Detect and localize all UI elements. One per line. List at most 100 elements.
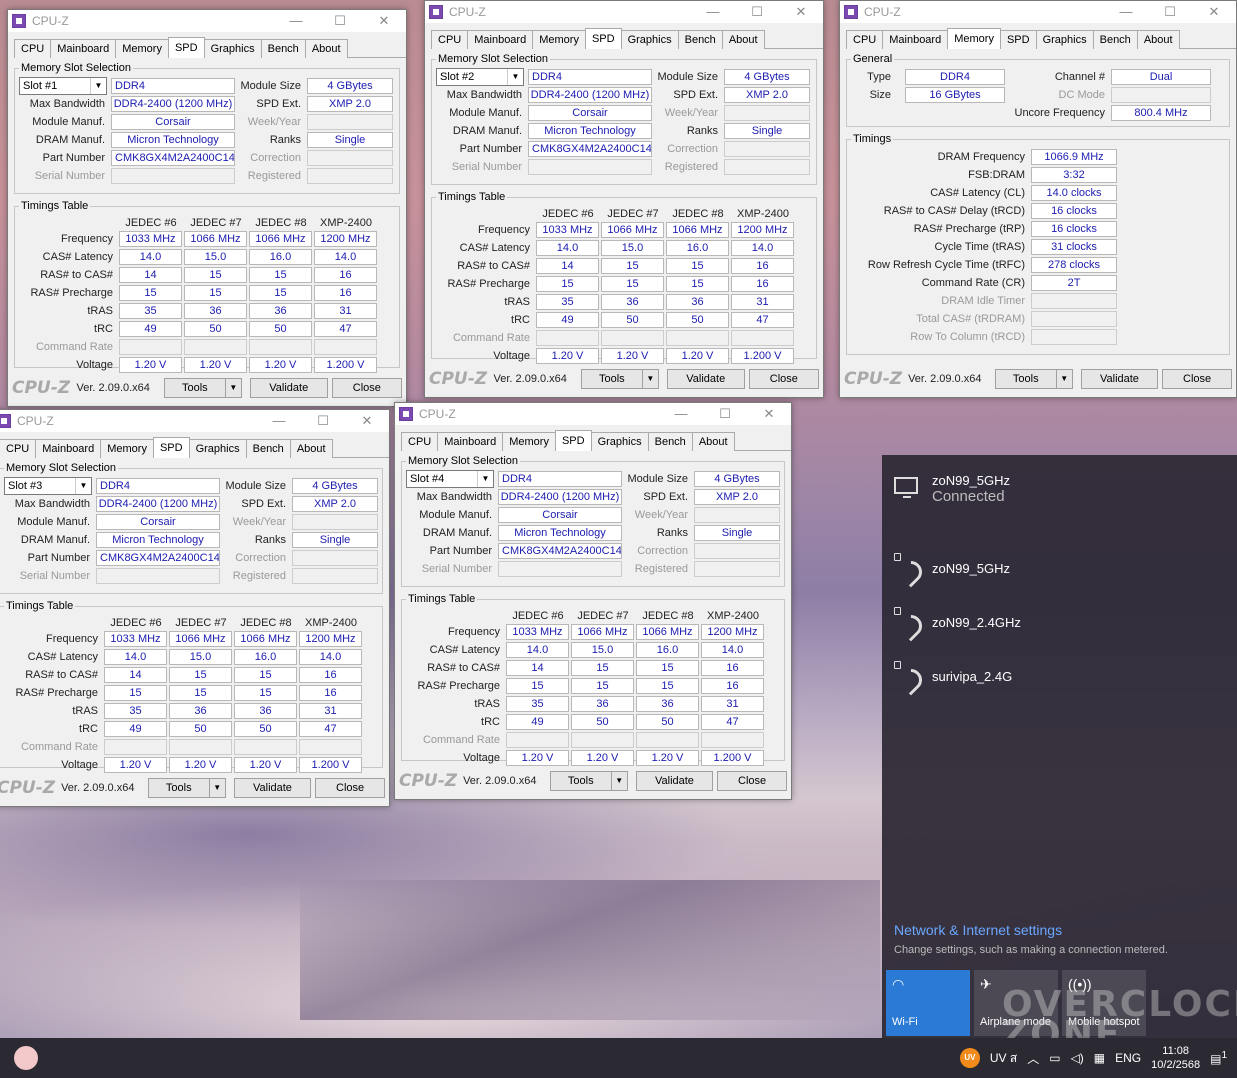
tab-cpu[interactable]: CPU: [846, 30, 883, 49]
tab-bench[interactable]: Bench: [647, 432, 692, 451]
minimize-button[interactable]: —: [274, 10, 318, 32]
minimize-button[interactable]: —: [1104, 1, 1148, 23]
close-window-button[interactable]: ✕: [345, 410, 389, 432]
tab-graphics[interactable]: Graphics: [591, 432, 648, 451]
notification-center-icon[interactable]: ▤1: [1210, 1050, 1227, 1066]
network-settings-link[interactable]: Network & Internet settings: [894, 922, 1062, 938]
network-item[interactable]: zoN99_5GHz: [894, 553, 1010, 588]
tab-bench[interactable]: Bench: [677, 30, 722, 49]
slot-select[interactable]: Slot #3 ▼: [4, 477, 92, 495]
maximize-button[interactable]: ☐: [318, 10, 362, 32]
tab-graphics[interactable]: Graphics: [204, 39, 261, 58]
tab-spd[interactable]: SPD: [1000, 30, 1036, 49]
keyboard-icon[interactable]: ▦: [1094, 1051, 1105, 1065]
wifi-toggle[interactable]: ◠ Wi-Fi: [886, 970, 970, 1036]
volume-icon[interactable]: ◁): [1071, 1051, 1084, 1065]
start-app-icon[interactable]: [14, 1046, 38, 1070]
minimize-button[interactable]: —: [659, 403, 703, 425]
tools-button[interactable]: Tools: [994, 369, 1057, 389]
network-item[interactable]: zoN99_2.4GHz: [894, 607, 1021, 642]
tab-memory[interactable]: Memory: [947, 28, 1001, 49]
chevron-down-icon[interactable]: ▼: [90, 78, 106, 94]
tools-dropdown[interactable]: Tools ▼: [580, 369, 659, 389]
chevron-down-icon[interactable]: ▼: [75, 478, 91, 494]
tab-graphics[interactable]: Graphics: [621, 30, 678, 49]
maximize-button[interactable]: ☐: [301, 410, 345, 432]
validate-button[interactable]: Validate: [249, 378, 328, 398]
language-indicator[interactable]: ENG: [1115, 1051, 1141, 1065]
validate-button[interactable]: Validate: [1080, 369, 1159, 389]
tab-memory[interactable]: Memory: [502, 432, 555, 451]
slot-select[interactable]: Slot #4 ▼: [406, 470, 494, 488]
tools-dropdown[interactable]: Tools ▼: [147, 778, 226, 798]
close-button[interactable]: Close: [748, 369, 819, 389]
tab-about[interactable]: About: [721, 30, 765, 49]
tab-spd[interactable]: SPD: [152, 437, 190, 458]
minimize-button[interactable]: —: [691, 1, 735, 23]
tab-mainboard[interactable]: Mainboard: [50, 39, 116, 58]
tab-mainboard[interactable]: Mainboard: [882, 30, 948, 49]
minimize-button[interactable]: —: [257, 410, 301, 432]
tab-spd[interactable]: SPD: [167, 37, 205, 58]
maximize-button[interactable]: ☐: [1148, 1, 1192, 23]
clock[interactable]: 11:08 10/2/2568: [1151, 1044, 1200, 1072]
close-window-button[interactable]: ✕: [1192, 1, 1236, 23]
chevron-down-icon[interactable]: ▼: [507, 69, 523, 85]
tab-memory[interactable]: Memory: [532, 30, 585, 49]
tab-about[interactable]: About: [304, 39, 348, 58]
tab-cpu[interactable]: CPU: [401, 432, 438, 451]
tab-mainboard[interactable]: Mainboard: [467, 30, 533, 49]
maximize-button[interactable]: ☐: [735, 1, 779, 23]
close-window-button[interactable]: ✕: [779, 1, 823, 23]
tab-mainboard[interactable]: Mainboard: [437, 432, 503, 451]
maximize-button[interactable]: ☐: [703, 403, 747, 425]
tab-about[interactable]: About: [289, 439, 333, 458]
tools-arrow-icon[interactable]: ▼: [1056, 369, 1073, 389]
max-bandwidth-value: DDR4-2400 (1200 MHz): [528, 87, 652, 103]
network-item[interactable]: surivipa_2.4G: [894, 661, 1012, 696]
network-tray-icon[interactable]: ▭: [1049, 1051, 1060, 1065]
connected-network[interactable]: zoN99_5GHz Connected: [894, 473, 1010, 505]
tools-dropdown[interactable]: Tools ▼: [549, 771, 628, 791]
tools-button[interactable]: Tools: [163, 378, 226, 398]
tab-bench[interactable]: Bench: [260, 39, 305, 58]
tab-about[interactable]: About: [1136, 30, 1180, 49]
tools-button[interactable]: Tools: [147, 778, 210, 798]
tools-arrow-icon[interactable]: ▼: [225, 378, 242, 398]
validate-button[interactable]: Validate: [635, 771, 714, 791]
tab-cpu[interactable]: CPU: [14, 39, 51, 58]
tools-arrow-icon[interactable]: ▼: [611, 771, 628, 791]
close-button[interactable]: Close: [1162, 369, 1232, 389]
close-button[interactable]: Close: [717, 771, 787, 791]
validate-button[interactable]: Validate: [666, 369, 745, 389]
close-button[interactable]: Close: [331, 378, 402, 398]
tab-memory[interactable]: Memory: [100, 439, 153, 458]
tools-dropdown[interactable]: Tools ▼: [994, 369, 1073, 389]
tools-button[interactable]: Tools: [549, 771, 612, 791]
tab-bench[interactable]: Bench: [245, 439, 290, 458]
tools-button[interactable]: Tools: [580, 369, 643, 389]
slot-select[interactable]: Slot #1 ▼: [19, 77, 107, 95]
tab-spd[interactable]: SPD: [554, 430, 592, 451]
tab-about[interactable]: About: [691, 432, 735, 451]
chevron-down-icon[interactable]: ▼: [477, 471, 493, 487]
correction-label: Correction: [235, 552, 286, 564]
tools-arrow-icon[interactable]: ▼: [209, 778, 226, 798]
tools-dropdown[interactable]: Tools ▼: [163, 378, 242, 398]
slot-select[interactable]: Slot #2 ▼: [436, 68, 524, 86]
tab-cpu[interactable]: CPU: [431, 30, 468, 49]
tab-graphics[interactable]: Graphics: [189, 439, 246, 458]
chevron-up-icon[interactable]: ︿: [1027, 1050, 1039, 1067]
tab-graphics[interactable]: Graphics: [1035, 30, 1093, 49]
close-button[interactable]: Close: [315, 778, 385, 798]
validate-button[interactable]: Validate: [233, 778, 312, 798]
tools-arrow-icon[interactable]: ▼: [642, 369, 659, 389]
tab-cpu[interactable]: CPU: [0, 439, 36, 458]
close-window-button[interactable]: ✕: [747, 403, 791, 425]
tab-memory[interactable]: Memory: [115, 39, 168, 58]
tab-bench[interactable]: Bench: [1092, 30, 1137, 49]
uv-app-icon[interactable]: UV: [959, 1048, 980, 1068]
tab-spd[interactable]: SPD: [584, 28, 622, 49]
close-window-button[interactable]: ✕: [362, 10, 406, 32]
tab-mainboard[interactable]: Mainboard: [35, 439, 101, 458]
